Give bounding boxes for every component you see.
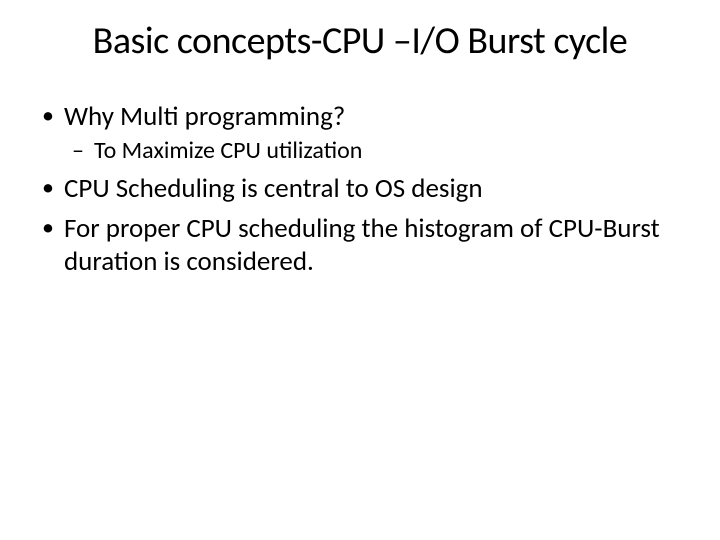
bullet-text: For proper CPU scheduling the histogram … (64, 212, 660, 279)
list-item: Why Multi programming? To Maximize CPU u… (34, 100, 686, 166)
bullet-text: Why Multi programming? (64, 100, 345, 133)
slide-title: Basic concepts-CPU –I/O Burst cycle (34, 18, 686, 64)
bullet-text: CPU Scheduling is central to OS design (64, 172, 483, 205)
sub-bullet-list: To Maximize CPU utilization (64, 136, 686, 166)
slide: Basic concepts-CPU –I/O Burst cycle Why … (0, 0, 720, 540)
list-item: To Maximize CPU utilization (64, 136, 686, 166)
bullet-list: Why Multi programming? To Maximize CPU u… (34, 100, 686, 279)
slide-content: Why Multi programming? To Maximize CPU u… (34, 100, 686, 279)
list-item: CPU Scheduling is central to OS design (34, 172, 686, 206)
list-item: For proper CPU scheduling the histogram … (34, 212, 686, 280)
bullet-text: To Maximize CPU utilization (94, 136, 362, 165)
